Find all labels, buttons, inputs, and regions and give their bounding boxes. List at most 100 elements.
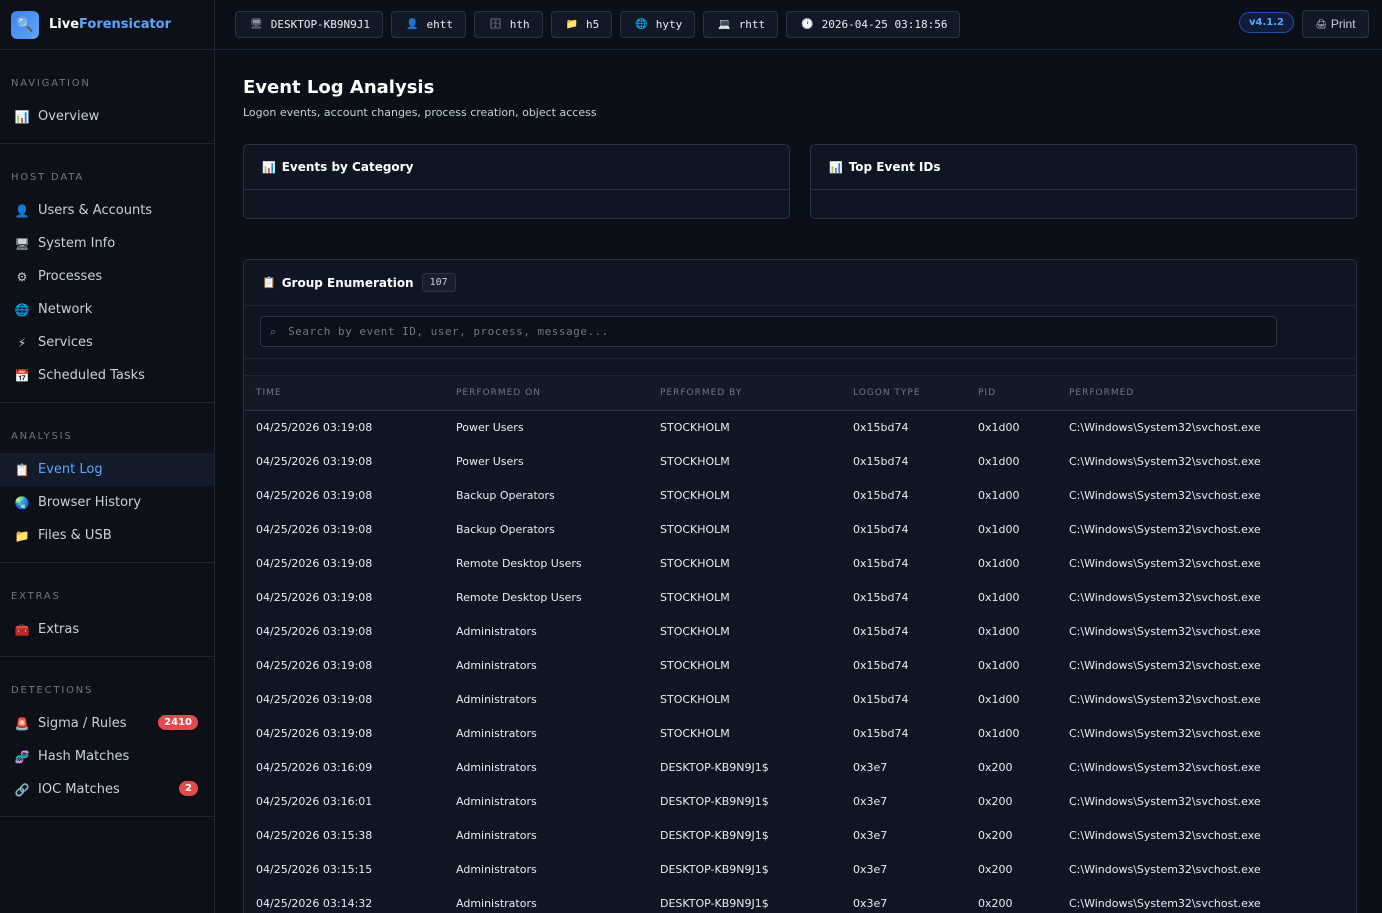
table-row[interactable]: 04/25/2026 03:19:08 Power Users STOCKHOLM 0…: [244, 444, 1356, 478]
nav-section: ANALYSIS 📋 Event Log 🌏 Browser History 📁 Files…: [0, 403, 214, 563]
sidebar-item-label: Users & Accounts: [38, 203, 153, 218]
cell-performed-by: STOCKHOLM: [660, 488, 730, 502]
sidebar-item-services[interactable]: ⚡ Services: [0, 326, 214, 359]
files-usb-icon: 📁: [14, 528, 30, 543]
sidebar-item-hash-matches[interactable]: 🧬 Hash Matches: [0, 740, 214, 773]
brand-name-part1: Live: [49, 17, 80, 32]
table-row[interactable]: 04/25/2026 03:15:15 Administrators DESKTOP…: [244, 852, 1356, 886]
cell-performed-by: STOCKHOLM: [660, 658, 730, 672]
search-box[interactable]: ⌕: [260, 316, 1277, 347]
cell-time: 04/25/2026 03:15:15: [256, 862, 373, 876]
sidebar-item-extras[interactable]: 🧰 Extras: [0, 613, 214, 646]
cell-pid: 0x200: [978, 760, 1013, 774]
cell-performed: C:\Windows\System32\svchost.exe: [1069, 794, 1261, 808]
table-row[interactable]: 04/25/2026 03:19:08 Remote Desktop Users S…: [244, 580, 1356, 614]
card-header: 📊 Events by Category: [244, 145, 789, 190]
domain-chip: 🗄 hth: [474, 11, 543, 38]
timestamp-chip: 🕐 2026-04-25 03:18:56: [786, 11, 961, 38]
cell-pid: 0x200: [978, 828, 1013, 842]
column-header-pid[interactable]: PID: [966, 376, 1057, 410]
column-header-performed[interactable]: PERFORMED: [1057, 376, 1356, 410]
sidebar-item-system-info[interactable]: 🖥 System Info: [0, 227, 214, 260]
cell-performed-on: Backup Operators: [456, 488, 555, 502]
sidebar-item-files-usb[interactable]: 📁 Files & USB: [0, 519, 214, 552]
cell-pid: 0x1d00: [978, 420, 1020, 434]
cell-performed: C:\Windows\System32\svchost.exe: [1069, 658, 1261, 672]
count-badge: 107: [421, 273, 456, 292]
nav-section: HOST DATA 👤 Users & Accounts 🖥 System Info ⚙ P…: [0, 144, 214, 403]
table-row[interactable]: 04/25/2026 03:14:32 Administrators DESKTOP…: [244, 886, 1356, 913]
table-row[interactable]: 04/25/2026 03:19:08 Administrators STOCKHO…: [244, 682, 1356, 716]
cell-performed: C:\Windows\System32\svchost.exe: [1069, 590, 1261, 604]
cell-logon-type: 0x15bd74: [853, 488, 909, 502]
cell-performed: C:\Windows\System32\svchost.exe: [1069, 726, 1261, 740]
cell-logon-type: 0x15bd74: [853, 454, 909, 468]
cell-logon-type: 0x3e7: [853, 896, 888, 910]
sidebar-item-browser-history[interactable]: 🌏 Browser History: [0, 486, 214, 519]
table-row[interactable]: 04/25/2026 03:19:08 Administrators STOCKHO…: [244, 614, 1356, 648]
table-row[interactable]: 04/25/2026 03:19:08 Administrators STOCKHO…: [244, 716, 1356, 750]
sidebar-item-processes[interactable]: ⚙ Processes: [0, 260, 214, 293]
cell-performed-on: Power Users: [456, 454, 524, 468]
sidebar-item-users-accounts[interactable]: 👤 Users & Accounts: [0, 194, 214, 227]
table-row[interactable]: 04/25/2026 03:16:09 Administrators DESKTOP…: [244, 750, 1356, 784]
user-chip: 👤 ehtt: [391, 11, 466, 38]
cell-performed-on: Administrators: [456, 896, 537, 910]
search-input[interactable]: [288, 325, 1189, 338]
cell-pid: 0x1d00: [978, 590, 1020, 604]
table-row[interactable]: 04/25/2026 03:19:08 Backup Operators STOCK…: [244, 478, 1356, 512]
cell-performed-by: DESKTOP-KB9N9J1$: [660, 760, 769, 774]
column-header-logon-type[interactable]: LOGON TYPE: [841, 376, 966, 410]
sidebar-item-overview[interactable]: 📊 Overview: [0, 100, 214, 133]
top-bar: 🖥 DESKTOP-KB9N9J1 👤 ehtt 🗄 hth 📁 h5 🌐 hyty 💻 rhtt 🕐 2…: [215, 0, 1382, 50]
card-header: 📊 Top Event IDs: [811, 145, 1356, 190]
cell-pid: 0x1d00: [978, 624, 1020, 638]
cell-performed-by: DESKTOP-KB9N9J1$: [660, 862, 769, 876]
sidebar-item-label: Overview: [38, 109, 100, 124]
column-header-time[interactable]: TIME: [244, 376, 444, 410]
cell-performed-by: STOCKHOLM: [660, 590, 730, 604]
cell-performed-on: Administrators: [456, 760, 537, 774]
chip-label: ehtt: [426, 18, 454, 31]
table-row[interactable]: 04/25/2026 03:19:08 Backup Operators STOCK…: [244, 512, 1356, 546]
chip-label: DESKTOP-KB9N9J1: [270, 18, 371, 31]
column-header-performed-by[interactable]: PERFORMED BY: [648, 376, 841, 410]
events-by-category-card: 📊 Events by Category: [243, 144, 790, 219]
sidebar-item-event-log[interactable]: 📋 Event Log: [0, 453, 214, 486]
chip-label: hth: [509, 18, 530, 31]
scheduled-tasks-icon: 📅: [14, 368, 30, 383]
table-row[interactable]: 04/25/2026 03:19:08 Power Users STOCKHOLM 0…: [244, 410, 1356, 444]
column-header-performed-on[interactable]: PERFORMED ON: [444, 376, 648, 410]
cell-performed: C:\Windows\System32\svchost.exe: [1069, 420, 1261, 434]
brand[interactable]: 🔍 LiveForensicator: [0, 0, 214, 50]
os-chip: 💻 rhtt: [703, 11, 779, 38]
card-title: Top Event IDs: [848, 160, 941, 174]
cell-time: 04/25/2026 03:15:38: [256, 828, 373, 842]
cell-time: 04/25/2026 03:19:08: [256, 488, 373, 502]
chip-label: rhtt: [738, 18, 766, 31]
table-row[interactable]: 04/25/2026 03:19:08 Administrators STOCKHO…: [244, 648, 1356, 682]
sidebar-item-sigma-rules[interactable]: 🚨 Sigma / Rules 2410: [0, 707, 214, 740]
cell-time: 04/25/2026 03:14:32: [256, 896, 373, 910]
table-body: 04/25/2026 03:19:08 Power Users STOCKHOLM 0…: [244, 410, 1356, 913]
table-row[interactable]: 04/25/2026 03:15:38 Administrators DESKTOP…: [244, 818, 1356, 852]
cell-performed: C:\Windows\System32\svchost.exe: [1069, 488, 1261, 502]
magnifier-logo-icon: 🔍: [11, 10, 39, 39]
sidebar-nav: NAVIGATION 📊 Overview HOST DATA 👤 Users & Acc…: [0, 50, 214, 817]
cell-performed: C:\Windows\System32\svchost.exe: [1069, 896, 1261, 910]
sidebar-item-network[interactable]: 🌐 Network: [0, 293, 214, 326]
users-accounts-icon: 👤: [14, 203, 30, 218]
sidebar-item-ioc-matches[interactable]: 🔗 IOC Matches 2: [0, 773, 214, 806]
cell-pid: 0x200: [978, 896, 1013, 910]
card-title: Events by Category: [281, 160, 414, 174]
cell-time: 04/25/2026 03:19:08: [256, 420, 373, 434]
computer-icon: 💻: [718, 19, 731, 30]
cell-time: 04/25/2026 03:19:08: [256, 726, 373, 740]
cell-time: 04/25/2026 03:16:01: [256, 794, 373, 808]
table-row[interactable]: 04/25/2026 03:16:01 Administrators DESKTOP…: [244, 784, 1356, 818]
sidebar-item-scheduled-tasks[interactable]: 📅 Scheduled Tasks: [0, 359, 214, 392]
table-row[interactable]: 04/25/2026 03:19:08 Remote Desktop Users S…: [244, 546, 1356, 580]
print-button[interactable]: 🖨 Print: [1302, 10, 1369, 38]
sidebar: 🔍 LiveForensicator NAVIGATION 📊 Overview HO…: [0, 0, 215, 913]
cell-performed: C:\Windows\System32\svchost.exe: [1069, 692, 1261, 706]
